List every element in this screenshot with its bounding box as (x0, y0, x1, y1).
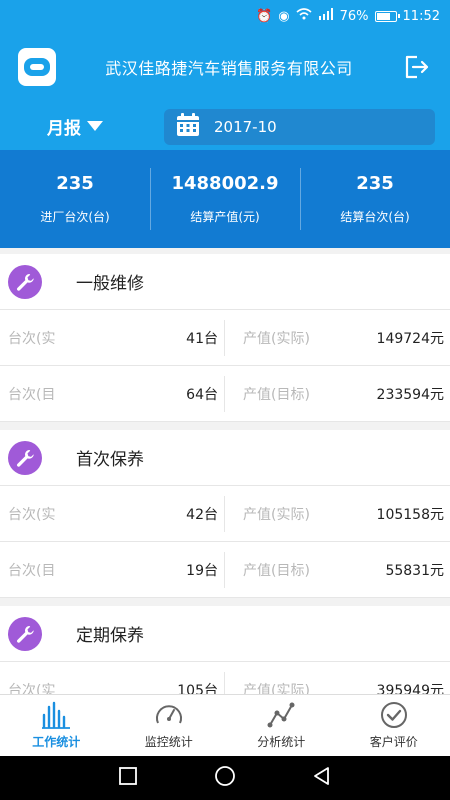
summary-intake-count: 235 进厂台次(台) (0, 150, 150, 248)
tab-customer-reviews[interactable]: 客户评价 (338, 695, 450, 756)
value-amount: 105158元 (376, 506, 444, 523)
section-header: 首次保养 (0, 430, 450, 486)
summary-settlement-count: 235 结算台次(台) (300, 150, 450, 248)
section-title: 定期保养 (76, 626, 144, 646)
gauge-icon (155, 705, 182, 724)
app-header: 武汉佳路捷汽车销售服务有限公司 (0, 32, 450, 102)
section-header: 一般维修 (0, 254, 450, 310)
table-row: 台次(目 64台 产值(目标) 233594元 (0, 366, 450, 422)
table-row: 台次(实 105台 产值(实际) 395949元 (0, 662, 450, 694)
stats-list[interactable]: 一般维修 台次(实 41台 产值(实际) 149724元 台次(目 64台 产值… (0, 254, 450, 694)
table-row: 台次(实 41台 产值(实际) 149724元 (0, 310, 450, 366)
wifi-icon (296, 8, 312, 24)
value-amount: 55831元 (385, 562, 444, 579)
summary-label: 进厂台次(台) (40, 210, 110, 224)
alarm-icon: ⏰ (256, 8, 273, 24)
count-cell: 台次(目 64台 (0, 375, 225, 412)
value-cell: 产值(实际) 395949元 (225, 662, 450, 695)
company-name: 武汉佳路捷汽车销售服务有限公司 (105, 59, 353, 78)
value-amount: 395949元 (376, 682, 444, 695)
summary-settlement-value: 1488002.9 结算产值(元) (150, 150, 300, 248)
count-cell: 台次(实 42台 (0, 495, 225, 532)
back-button[interactable] (312, 766, 332, 790)
count-cell: 台次(目 19台 (0, 551, 225, 588)
wrench-icon (8, 440, 42, 475)
filter-bar: 月报 2017-10 (0, 102, 450, 150)
value-label: 产值(目标) (243, 386, 310, 403)
table-row: 台次(目 19台 产值(目标) 55831元 (0, 542, 450, 598)
section-title: 首次保养 (76, 450, 144, 470)
section-first-maintenance: 首次保养 台次(实 42台 产值(实际) 105158元 台次(目 19台 产值… (0, 430, 450, 598)
logout-button[interactable] (396, 47, 436, 87)
period-label: 月报 (47, 118, 81, 139)
table-row: 台次(实 42台 产值(实际) 105158元 (0, 486, 450, 542)
count-label: 台次(实 (8, 330, 56, 347)
count-cell: 台次(实 41台 (0, 319, 225, 356)
line-chart-icon (267, 702, 295, 728)
bar-chart-icon (42, 701, 71, 729)
value-cell: 产值(实际) 105158元 (225, 486, 450, 541)
value-label: 产值(实际) (243, 330, 310, 347)
section-general-repair: 一般维修 台次(实 41台 产值(实际) 149724元 台次(目 64台 产值… (0, 254, 450, 422)
dropdown-arrow-icon (87, 121, 103, 131)
count-value: 41台 (186, 330, 218, 347)
tab-label: 工作统计 (32, 735, 81, 749)
bottom-tab-bar: 工作统计 监控统计 分析统计 客户评价 (0, 694, 450, 756)
count-value: 42台 (186, 506, 218, 523)
wrench-icon (8, 264, 42, 299)
summary-label: 结算台次(台) (340, 210, 410, 224)
clock: 11:52 (402, 8, 440, 24)
value-label: 产值(目标) (243, 562, 310, 579)
value-label: 产值(实际) (243, 506, 310, 523)
battery-percent: 76% (339, 8, 369, 24)
count-label: 台次(目 (8, 562, 56, 579)
summary-label: 结算产值(元) (190, 210, 260, 224)
section-header: 定期保养 (0, 606, 450, 662)
summary-value: 235 (356, 173, 394, 194)
system-nav-bar (0, 756, 450, 800)
value-cell: 产值(目标) 55831元 (225, 542, 450, 597)
value-amount: 233594元 (376, 386, 444, 403)
circle-icon (215, 766, 235, 786)
battery-icon (374, 10, 400, 22)
section-regular-maintenance: 定期保养 台次(实 105台 产值(实际) 395949元 (0, 606, 450, 694)
eye-icon: ◉ (278, 8, 290, 24)
home-button[interactable] (214, 765, 236, 791)
count-label: 台次(实 (8, 506, 56, 523)
logout-icon (405, 55, 429, 79)
tab-label: 客户评价 (369, 735, 418, 749)
value-amount: 149724元 (376, 330, 444, 347)
count-cell: 台次(实 105台 (0, 671, 225, 695)
tab-work-stats[interactable]: 工作统计 (0, 695, 113, 756)
date-value: 2017-10 (214, 118, 277, 136)
summary-value: 235 (56, 173, 94, 194)
section-title: 一般维修 (76, 274, 144, 294)
value-label: 产值(实际) (243, 682, 310, 695)
tab-analysis-stats[interactable]: 分析统计 (225, 695, 338, 756)
check-circle-icon (380, 702, 407, 728)
summary-value: 1488002.9 (171, 173, 279, 194)
count-label: 台次(目 (8, 386, 56, 403)
back-triangle-icon (314, 767, 329, 785)
recents-button[interactable] (118, 766, 138, 790)
status-bar: ⏰ ◉ 76% 11:52 (0, 0, 450, 32)
tab-label: 监控统计 (144, 735, 193, 749)
count-label: 台次(实 (8, 682, 56, 695)
count-value: 64台 (186, 386, 218, 403)
summary-panel: 235 进厂台次(台) 1488002.9 结算产值(元) 235 结算台次(台… (0, 150, 450, 248)
tab-monitor-stats[interactable]: 监控统计 (113, 695, 226, 756)
signal-icon (318, 8, 334, 24)
count-value: 19台 (186, 562, 218, 579)
period-selector[interactable]: 月报 (0, 114, 150, 139)
tab-label: 分析统计 (257, 735, 306, 749)
date-picker[interactable]: 2017-10 (164, 109, 435, 145)
value-cell: 产值(目标) 233594元 (225, 366, 450, 421)
calendar-icon (176, 113, 200, 141)
count-value: 105台 (177, 682, 218, 695)
wrench-icon (8, 616, 42, 651)
square-icon (119, 767, 137, 785)
value-cell: 产值(实际) 149724元 (225, 310, 450, 365)
app-logo-icon (18, 48, 56, 86)
